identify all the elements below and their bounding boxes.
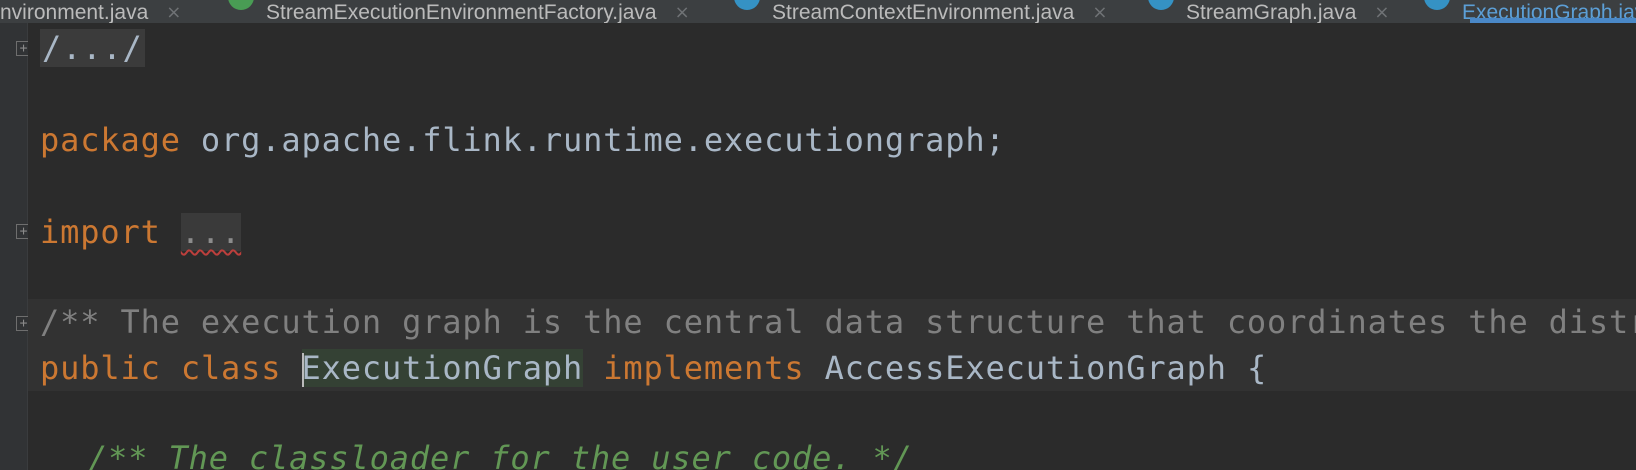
implements-keyword: implements xyxy=(603,349,805,387)
code-line-import: import ... xyxy=(28,209,1636,255)
editor-gutter xyxy=(0,23,28,470)
class-name[interactable]: ExecutionGraph xyxy=(302,349,584,387)
tab-stream-execution-environment-factory[interactable]: StreamExecutionEnvironmentFactory.java × xyxy=(228,0,690,23)
close-icon[interactable]: × xyxy=(675,3,690,23)
tab-environment[interactable]: Environment.java × xyxy=(0,0,181,23)
close-icon[interactable]: × xyxy=(1374,3,1389,23)
import-keyword: import xyxy=(40,213,161,251)
package-keyword: package xyxy=(40,121,181,159)
class-icon xyxy=(1148,0,1174,10)
code-line-javadoc: /** The execution graph is the central d… xyxy=(28,299,1636,345)
editor-tab-bar: Environment.java × StreamExecutionEnviro… xyxy=(0,0,1636,23)
interface-icon xyxy=(228,0,254,10)
close-icon[interactable]: × xyxy=(166,3,181,23)
tab-stream-context-environment[interactable]: StreamContextEnvironment.java × xyxy=(734,0,1107,23)
code-line-next-comment: /** The classloader for the user code. *… xyxy=(28,435,1636,470)
license-fold[interactable]: /.../ xyxy=(40,29,145,67)
tab-stream-graph[interactable]: StreamGraph.java × xyxy=(1148,0,1390,23)
open-brace: { xyxy=(1247,349,1268,387)
package-name: org.apache.flink.runtime.executiongraph; xyxy=(180,121,1006,159)
interface-name[interactable]: AccessExecutionGraph xyxy=(825,349,1227,387)
class-keyword: class xyxy=(180,349,282,387)
public-keyword: public xyxy=(40,349,161,387)
code-line-class-declaration: public class ExecutionGraph implements A… xyxy=(28,345,1636,391)
code-line-package: package org.apache.flink.runtime.executi… xyxy=(28,117,1636,163)
tab-label: StreamContextEnvironment.java xyxy=(772,1,1075,23)
import-fold[interactable]: ... xyxy=(180,213,242,251)
class-icon xyxy=(734,0,760,10)
code-editor[interactable]: /.../ package org.apache.flink.runtime.e… xyxy=(28,23,1636,470)
tab-label: StreamExecutionEnvironmentFactory.java xyxy=(266,1,657,23)
javadoc-comment[interactable]: /** The execution graph is the central d… xyxy=(40,303,1636,341)
class-icon xyxy=(1424,0,1450,10)
close-icon[interactable]: × xyxy=(1092,3,1107,23)
tab-label: StreamGraph.java xyxy=(1186,1,1357,23)
tab-label: Environment.java xyxy=(0,1,149,23)
code-line-license: /.../ xyxy=(28,25,1636,71)
doc-comment: /** The classloader for the user code. *… xyxy=(88,439,913,470)
